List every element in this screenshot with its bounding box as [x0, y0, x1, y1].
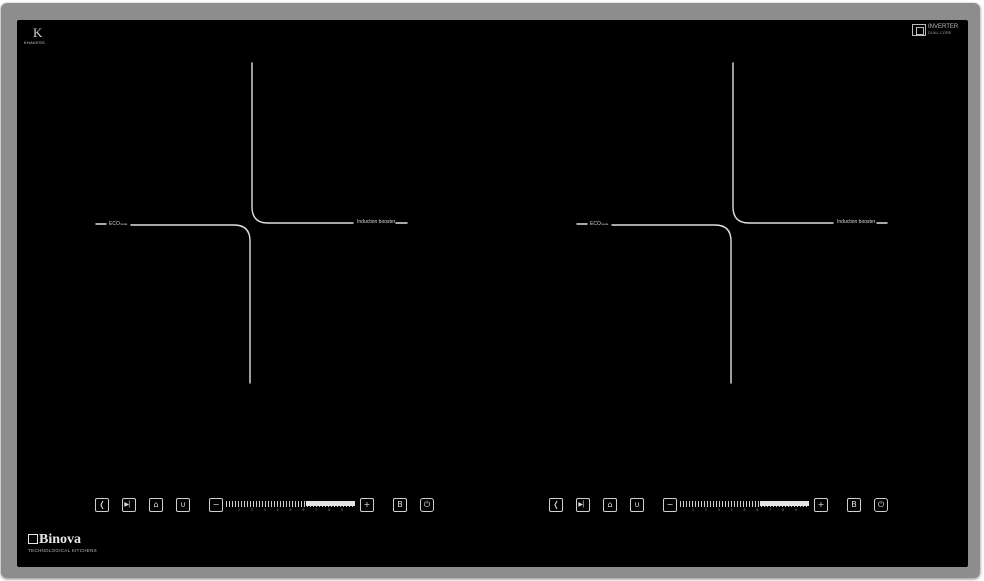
slider-number: 9: [795, 508, 797, 512]
slider-number: 1: [238, 508, 240, 512]
skip-forward-icon: ▶▏: [578, 501, 588, 508]
zone-2-booster-label: Induction booster: [837, 219, 876, 225]
slider-number: 6: [756, 508, 759, 512]
zone-2-keep-warm-button[interactable]: ∪: [630, 498, 644, 512]
zone-2-power-button[interactable]: ⏻: [874, 498, 888, 512]
zone-1-boost-button[interactable]: B: [393, 498, 407, 512]
slider-number: 5: [289, 508, 292, 512]
boost-label: B: [397, 500, 403, 509]
slider-number: 8: [328, 508, 331, 512]
slider-number: 2: [704, 508, 707, 512]
pan-icon: ∪: [180, 500, 186, 509]
zone-2-power-slider[interactable]: 1 2 3 4 5 6 7 8 9: [680, 500, 809, 514]
brand-mark: K: [33, 25, 43, 40]
slider-number: 7: [315, 508, 318, 512]
minus-icon: −: [666, 500, 674, 509]
slider-number: 5: [743, 508, 746, 512]
boost-label: B: [851, 500, 857, 509]
zone-2-plus-button[interactable]: +: [814, 498, 828, 512]
zone-1-booster-label: Induction booster: [357, 219, 396, 225]
plus-icon: +: [363, 500, 371, 509]
plus-icon: +: [817, 500, 825, 509]
zone-1-slider-fill: [306, 501, 355, 506]
zone-2-slider-fill: [760, 501, 809, 506]
glass-surface: [17, 20, 968, 567]
zone-1-power-button[interactable]: ⏻: [420, 498, 434, 512]
zone-2-skip-button[interactable]: ▶▏: [576, 498, 590, 512]
zone-1-skip-button[interactable]: ▶▏: [122, 498, 136, 512]
footer-brand-text: Binova: [39, 532, 82, 547]
brand-logo: K KHAKESS: [24, 26, 56, 48]
zone-1-minus-button[interactable]: −: [209, 498, 223, 512]
skip-forward-icon: ▶▏: [124, 501, 134, 508]
footer-brand-name: Binova: [28, 533, 81, 547]
slider-number: 4: [730, 508, 733, 512]
slider-number: 8: [782, 508, 785, 512]
slider-number: 2: [250, 508, 253, 512]
slider-number: 6: [302, 508, 305, 512]
slider-number: 1: [692, 508, 694, 512]
minus-icon: −: [212, 500, 220, 509]
inverter-subtitle: DUAL-CORE: [928, 30, 952, 35]
zone-2-boost-button[interactable]: B: [847, 498, 861, 512]
inverter-badge: INVERTER DUAL-CORE: [912, 22, 964, 38]
slider-number: 3: [263, 508, 266, 512]
zone-1-eco-label: ECOmode: [109, 221, 128, 227]
slider-numbers: 1 2 3 4 5 6 7 8 9: [226, 508, 355, 513]
lock-icon: ⌂: [153, 500, 159, 509]
cooktop-frame: [1, 3, 980, 578]
slider-numbers: 1 2 3 4 5 6 7 8 9: [680, 508, 809, 513]
chevron-left-icon: ❬: [552, 500, 560, 509]
pan-icon: ∪: [634, 500, 640, 509]
chevron-left-icon: ❬: [98, 500, 106, 509]
power-icon: ⏻: [877, 500, 885, 509]
zone-2-minus-button[interactable]: −: [663, 498, 677, 512]
zone-2-eco-label: ECOmode: [590, 221, 609, 227]
slider-number: 3: [717, 508, 720, 512]
zone-2-back-button[interactable]: ❬: [549, 498, 563, 512]
power-icon: ⏻: [423, 500, 431, 509]
zone-1-plus-button[interactable]: +: [360, 498, 374, 512]
footer-tagline: TECHNOLOGICAL KITCHENS: [28, 548, 97, 553]
zone-1-lock-button[interactable]: ⌂: [149, 498, 163, 512]
slider-number: 7: [769, 508, 772, 512]
inverter-icon: [912, 24, 926, 36]
zone-1-power-slider[interactable]: 1 2 3 4 5 6 7 8 9: [226, 500, 355, 514]
brand-word: KHAKESS: [24, 40, 45, 45]
slider-number: 9: [341, 508, 343, 512]
zone-2-lock-button[interactable]: ⌂: [603, 498, 617, 512]
slider-number: 4: [276, 508, 279, 512]
zone-1-keep-warm-button[interactable]: ∪: [176, 498, 190, 512]
zone-1-back-button[interactable]: ❬: [95, 498, 109, 512]
lock-icon: ⌂: [607, 500, 613, 509]
brand-square-icon: [28, 534, 38, 544]
